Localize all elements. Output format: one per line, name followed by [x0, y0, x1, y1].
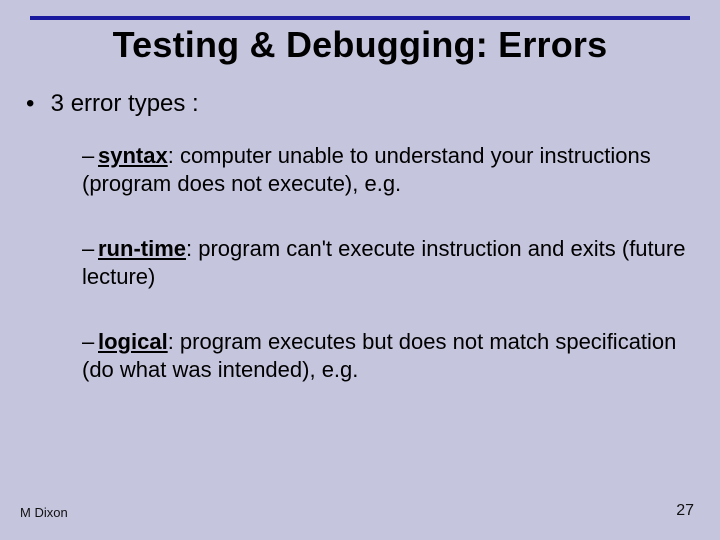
page-number: 27 [676, 502, 694, 520]
intro-bullet: • 3 error types : [20, 90, 700, 118]
dash-icon: – [82, 235, 98, 263]
error-term: run-time [98, 236, 186, 261]
error-desc: : computer unable to understand your ins… [82, 143, 651, 196]
error-term: logical [98, 329, 168, 354]
error-desc: : program executes but does not match sp… [82, 329, 676, 382]
bullet-dot-icon: • [26, 90, 44, 118]
title-rule [30, 16, 690, 20]
footer-author: M Dixon [20, 505, 68, 520]
slide-title: Testing & Debugging: Errors [0, 24, 720, 66]
error-item: –syntax: computer unable to understand y… [82, 142, 700, 197]
error-item: –run-time: program can't execute instruc… [82, 235, 700, 290]
error-item: –logical: program executes but does not … [82, 328, 700, 383]
intro-text: 3 error types : [51, 90, 199, 117]
slide-body: • 3 error types : –syntax: computer unab… [20, 90, 700, 421]
error-term: syntax [98, 143, 168, 168]
dash-icon: – [82, 142, 98, 170]
dash-icon: – [82, 328, 98, 356]
